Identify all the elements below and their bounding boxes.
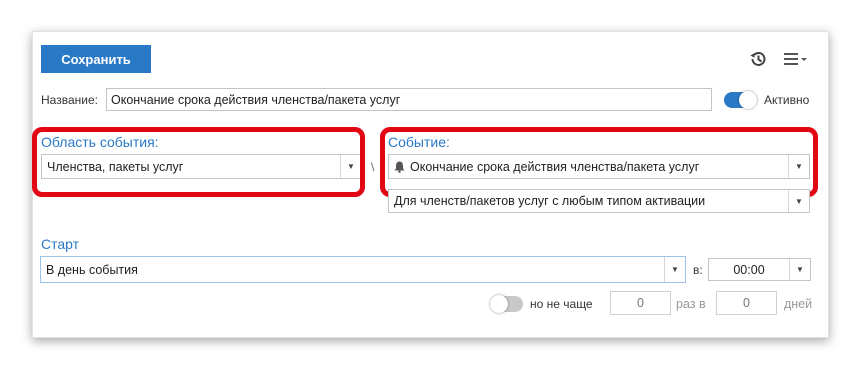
chevron-down-icon: ▼ [664, 257, 685, 282]
days-value: 0 [743, 296, 750, 310]
event-label: Событие: [388, 134, 450, 150]
event-value: Окончание срока действия членства/пакета… [410, 159, 700, 174]
name-field[interactable]: Окончание срока действия членства/пакета… [106, 88, 712, 111]
bell-icon [389, 161, 405, 173]
event-scope-select[interactable]: Членства, пакеты услуг ▼ [41, 154, 362, 179]
not-more-label: но не чаще [530, 297, 593, 311]
chevron-down-icon: ▼ [788, 190, 809, 212]
event-settings-panel: Сохранить Название: Окончание срока дейс… [32, 31, 829, 338]
active-label: Активно [764, 93, 810, 107]
name-value: Окончание срока действия членства/пакета… [111, 92, 401, 107]
times-input[interactable]: 0 [610, 291, 671, 315]
activation-type-select[interactable]: Для членств/пакетов услуг с любым типом … [388, 189, 810, 213]
active-toggle[interactable] [724, 91, 757, 109]
separator: \ [371, 160, 375, 174]
toggle-knob [739, 91, 757, 109]
chevron-down-icon: ▼ [789, 259, 810, 280]
frequency-toggle[interactable] [490, 295, 523, 313]
history-icon[interactable] [747, 48, 769, 70]
time-value: 00:00 [733, 262, 765, 277]
save-button[interactable]: Сохранить [41, 45, 151, 73]
chevron-down-icon: ▼ [788, 155, 809, 178]
at-label: в: [693, 263, 703, 277]
times-value: 0 [637, 296, 644, 310]
event-scope-value: Членства, пакеты услуг [47, 159, 184, 174]
hamburger-menu-icon[interactable] [783, 50, 811, 68]
time-select[interactable]: 00:00 ▼ [708, 258, 811, 281]
event-select[interactable]: Окончание срока действия членства/пакета… [388, 154, 810, 179]
days-label: дней [784, 297, 813, 311]
activation-type-value: Для членств/пакетов услуг с любым типом … [394, 194, 706, 208]
name-label: Название: [41, 93, 98, 107]
start-value: В день события [46, 262, 138, 277]
start-label: Старт [41, 236, 80, 252]
event-scope-label: Область события: [41, 134, 159, 150]
toggle-knob [490, 295, 508, 313]
start-select[interactable]: В день события ▼ [40, 256, 686, 283]
days-input[interactable]: 0 [716, 291, 777, 315]
chevron-down-icon: ▼ [340, 155, 361, 178]
times-label: раз в [676, 297, 706, 311]
